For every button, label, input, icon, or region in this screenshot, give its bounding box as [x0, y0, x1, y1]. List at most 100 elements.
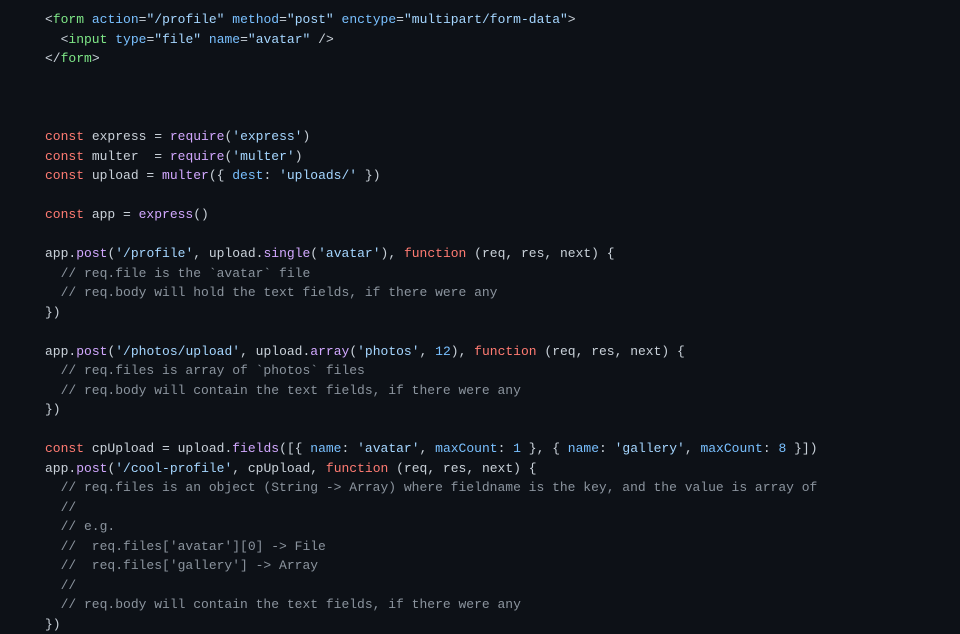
code-token: app. [45, 461, 76, 476]
code-token: express = [84, 129, 170, 144]
code-token: const [45, 149, 84, 164]
code-token: app. [45, 344, 76, 359]
code-token [334, 12, 342, 27]
code-token: , cpUpload, [232, 461, 326, 476]
code-token: app. [45, 246, 76, 261]
code-token: array [310, 344, 349, 359]
code-token: function [474, 344, 536, 359]
code-token: , upload. [193, 246, 263, 261]
code-token: }, { [521, 441, 568, 456]
code-token: const [45, 168, 84, 183]
code-token: }) [45, 305, 61, 320]
code-token: /> [310, 32, 333, 47]
code-token: 'avatar' [318, 246, 380, 261]
code-token: : [263, 168, 279, 183]
code-token: 'uploads/' [279, 168, 357, 183]
code-token: : [763, 441, 779, 456]
code-token: }) [45, 402, 61, 417]
code-token: const [45, 129, 84, 144]
code-token: () [193, 207, 209, 222]
code-token: // req.files['gallery'] -> Array [45, 558, 318, 573]
code-token: // e.g. [45, 519, 115, 534]
code-token: '/profile' [115, 246, 193, 261]
code-token: : [342, 441, 358, 456]
code-token: "file" [154, 32, 201, 47]
code-token: app = [84, 207, 139, 222]
code-token: action [92, 12, 139, 27]
code-token: type [115, 32, 146, 47]
code-token: 1 [513, 441, 521, 456]
code-token: }) [357, 168, 380, 183]
code-token: (req, res, next) { [388, 461, 536, 476]
code-token: fields [232, 441, 279, 456]
code-token: // req.body will contain the text fields… [45, 383, 521, 398]
code-token: require [170, 149, 225, 164]
code-token: cpUpload = upload. [84, 441, 232, 456]
code-token: const [45, 207, 84, 222]
code-token: function [326, 461, 388, 476]
code-token: input [68, 32, 107, 47]
code-token: (req, res, next) { [466, 246, 614, 261]
code-token: }) [45, 617, 61, 632]
code-token: = [279, 12, 287, 27]
code-token: express [139, 207, 194, 222]
code-token: const [45, 441, 84, 456]
code-token: 'express' [232, 129, 302, 144]
code-token: method [232, 12, 279, 27]
code-token: , [420, 344, 436, 359]
code-token: , [685, 441, 701, 456]
code-token: maxCount [435, 441, 497, 456]
code-token: // req.files is an object (String -> Arr… [45, 480, 817, 495]
code-token: post [76, 246, 107, 261]
code-token: 'gallery' [615, 441, 685, 456]
code-token: = [396, 12, 404, 27]
code-token: "multipart/form-data" [404, 12, 568, 27]
code-token: = [240, 32, 248, 47]
code-token: maxCount [700, 441, 762, 456]
code-token: ({ [209, 168, 232, 183]
code-block: <form action="/profile" method="post" en… [0, 0, 960, 634]
code-token: name [568, 441, 599, 456]
code-token: : [498, 441, 514, 456]
code-token: 'photos' [357, 344, 419, 359]
code-token: ([{ [279, 441, 310, 456]
code-token: : [599, 441, 615, 456]
code-token: 'avatar' [357, 441, 419, 456]
code-token: '/photos/upload' [115, 344, 240, 359]
code-token: // req.body will contain the text fields… [45, 597, 521, 612]
code-token: ( [349, 344, 357, 359]
code-token: "post" [287, 12, 334, 27]
code-token: > [92, 51, 100, 66]
code-token: form [61, 51, 92, 66]
code-token: ( [310, 246, 318, 261]
code-token: function [404, 246, 466, 261]
code-token: multer [162, 168, 209, 183]
code-token: > [568, 12, 576, 27]
code-token: form [53, 12, 84, 27]
code-token: require [170, 129, 225, 144]
code-token: 'multer' [232, 149, 294, 164]
code-token: enctype [342, 12, 397, 27]
code-token: , upload. [240, 344, 310, 359]
code-token: }]) [786, 441, 817, 456]
code-token: 12 [435, 344, 451, 359]
code-token [84, 12, 92, 27]
code-token: (req, res, next) { [537, 344, 685, 359]
code-token: </ [45, 51, 61, 66]
code-token: name [209, 32, 240, 47]
code-token: // [45, 500, 76, 515]
code-token: "avatar" [248, 32, 310, 47]
code-token: < [45, 12, 53, 27]
code-token: // req.files['avatar'][0] -> File [45, 539, 326, 554]
code-token: "/profile" [146, 12, 224, 27]
code-token: , [420, 441, 436, 456]
code-token: upload = [84, 168, 162, 183]
code-token: post [76, 461, 107, 476]
code-token: ) [302, 129, 310, 144]
code-token: dest [232, 168, 263, 183]
code-token: ), [451, 344, 474, 359]
code-token: // req.body will hold the text fields, i… [45, 285, 497, 300]
code-token: ) [295, 149, 303, 164]
code-token: '/cool-profile' [115, 461, 232, 476]
code-token: name [310, 441, 341, 456]
